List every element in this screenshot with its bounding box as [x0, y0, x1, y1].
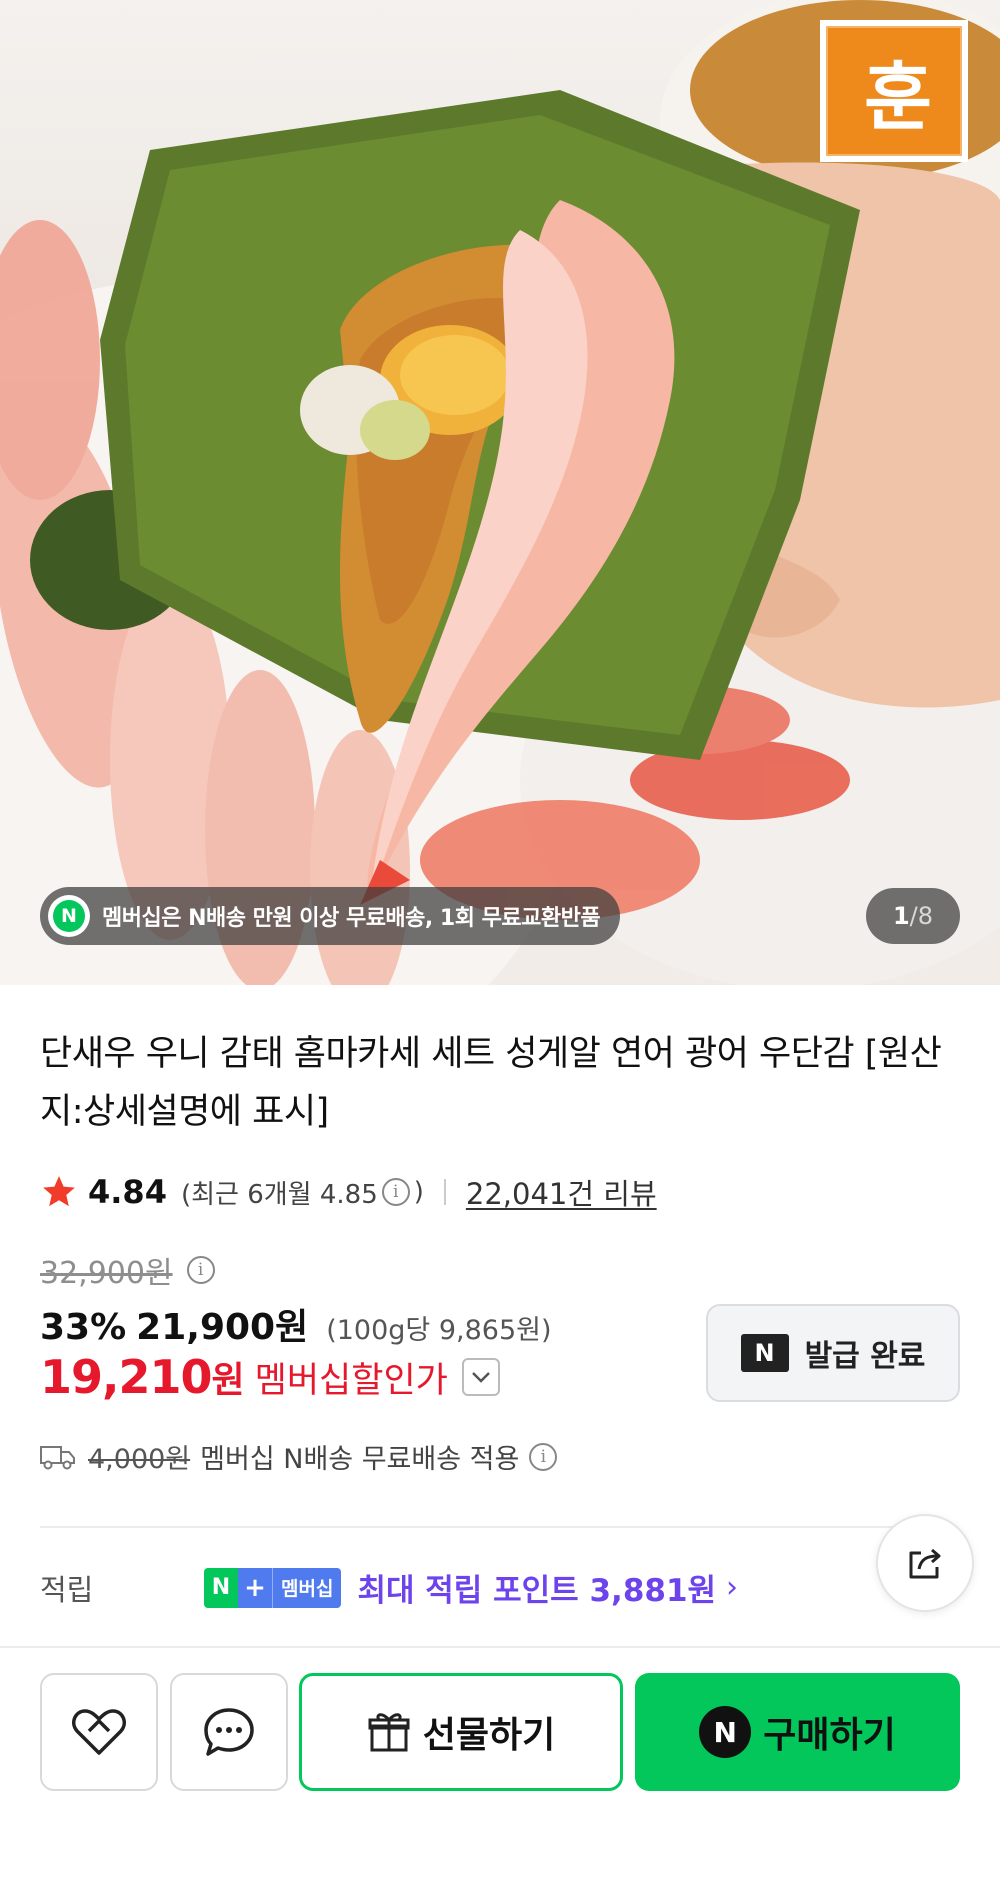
rating-row: 4.84 (최근 6개월 4.85 i ) 22,041건 리뷰: [40, 1170, 657, 1214]
talk-button[interactable]: [170, 1673, 288, 1791]
points-row[interactable]: 적립 N + 멤버십 최대 적립 포인트 3,881원 ›: [40, 1565, 940, 1610]
original-price: 32,900원: [40, 1256, 173, 1291]
badge-n: N: [204, 1567, 238, 1608]
section-divider: [40, 1526, 910, 1528]
truck-icon: [40, 1445, 75, 1469]
rating-divider: [443, 1179, 446, 1205]
brand-logo-text: 훈: [863, 54, 932, 141]
original-price-row: 32,900원 i: [40, 1248, 219, 1292]
chevron-down-icon[interactable]: [461, 1358, 500, 1396]
badge-plus: +: [238, 1567, 272, 1608]
member-price: 19,210: [40, 1350, 213, 1404]
member-price-unit: 원: [211, 1360, 245, 1401]
price-info-icon[interactable]: i: [186, 1256, 215, 1284]
brand-logo: 훈: [820, 20, 968, 162]
image-counter: 1 / 8: [866, 888, 960, 944]
naver-pay-n-icon: N: [699, 1706, 752, 1758]
shipping-info-icon[interactable]: i: [529, 1442, 558, 1471]
sale-price-row: 33% 21,900원 (100g당 9,865원): [40, 1298, 552, 1350]
naver-plus-membership-badge: N + 멤버십: [204, 1567, 342, 1608]
coupon-issued-button[interactable]: N 발급 완료: [706, 1304, 960, 1402]
membership-promo-banner[interactable]: N 멤버십은 N배송 만원 이상 무료배송, 1회 무료교환반품: [40, 887, 621, 945]
image-total: 8: [917, 902, 934, 930]
unit-price: (100g당 9,865원): [326, 1315, 552, 1346]
buy-button[interactable]: N 구매하기: [635, 1673, 960, 1791]
discount-rate: 33%: [40, 1307, 127, 1348]
shipping-text: 멤버십 N배송 무료배송 적용: [200, 1444, 520, 1475]
coupon-label: 발급 완료: [804, 1339, 926, 1374]
heart-icon: [72, 1709, 126, 1755]
naver-n-icon: N: [48, 895, 90, 937]
image-index: 1: [892, 902, 910, 930]
points-label: 적립: [40, 1572, 94, 1607]
sale-price: 21,900원: [136, 1307, 309, 1348]
gift-icon: [368, 1713, 410, 1752]
info-icon[interactable]: i: [381, 1178, 410, 1206]
rating-value: 4.84: [88, 1173, 167, 1211]
recent-rating-close: ): [413, 1177, 424, 1207]
max-points-text: 최대 적립 포인트 3,881원: [357, 1573, 717, 1609]
badge-membership: 멤버십: [272, 1567, 342, 1608]
star-icon: [43, 1176, 75, 1207]
recent-rating: (최근 6개월 4.85 i ): [181, 1174, 424, 1211]
gift-label: 선물하기: [422, 1715, 556, 1756]
member-price-label: 멤버십할인가: [254, 1360, 448, 1401]
chevron-right-icon: ›: [726, 1570, 739, 1605]
action-bar-divider: [0, 1646, 1000, 1648]
member-price-row: 19,210 원 멤버십할인가: [40, 1350, 500, 1404]
shipping-original-fee: 4,000원: [88, 1444, 191, 1475]
naver-n-letter: N: [53, 900, 85, 932]
review-count-link[interactable]: 22,041건 리뷰: [466, 1171, 657, 1213]
recent-rating-text: (최근 6개월 4.85: [180, 1179, 378, 1210]
naver-n-icon: N: [740, 1334, 789, 1372]
shipping-row: 4,000원 멤버십 N배송 무료배송 적용 i: [40, 1437, 561, 1476]
product-title: 단새우 우니 감태 홈마카세 세트 성게알 연어 광어 우단감 [원산지:상세설…: [40, 1034, 942, 1132]
buy-label: 구매하기: [763, 1715, 896, 1756]
promo-text: 멤버십은 N배송 만원 이상 무료배송, 1회 무료교환반품: [102, 906, 601, 931]
wishlist-button[interactable]: [40, 1673, 158, 1791]
product-image-carousel[interactable]: 훈 N 멤버십은 N배송 만원 이상 무료배송, 1회 무료교환반품 1 / 8: [0, 0, 1000, 985]
image-counter-separator: /: [909, 902, 918, 930]
gift-button[interactable]: 선물하기: [299, 1673, 623, 1791]
chat-icon: [204, 1708, 254, 1756]
